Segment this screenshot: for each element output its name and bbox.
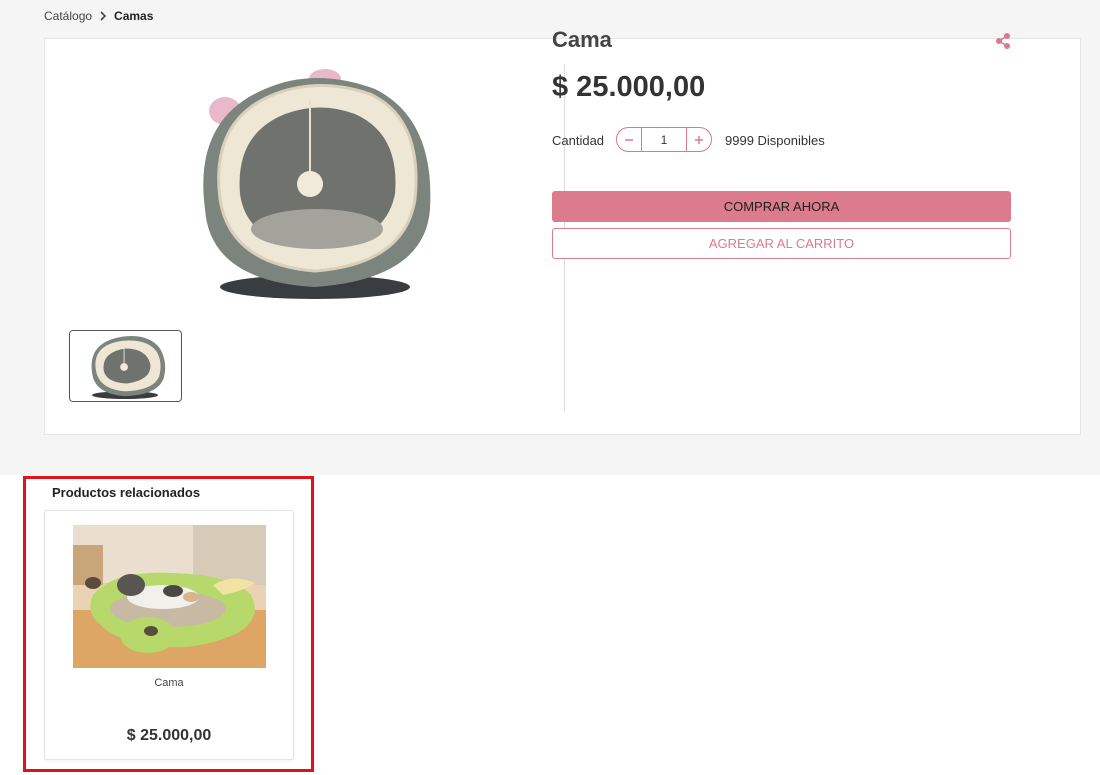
buy-now-button[interactable]: COMPRAR AHORA [552, 191, 1011, 222]
quantity-stepper [616, 127, 712, 152]
minus-icon [625, 138, 633, 141]
quantity-increase-button[interactable] [687, 128, 711, 151]
product-thumbnail[interactable] [69, 330, 182, 402]
quantity-decrease-button[interactable] [617, 128, 641, 151]
breadcrumb-current: Camas [114, 9, 154, 23]
related-product-card[interactable]: Cama $ 25.000,00 [44, 510, 294, 760]
add-to-cart-button[interactable]: AGREGAR AL CARRITO [552, 228, 1011, 259]
share-icon[interactable] [994, 32, 1012, 50]
plus-icon [695, 135, 703, 144]
quantity-input[interactable] [641, 128, 687, 151]
stock-available: 9999 Disponibles [725, 133, 825, 148]
chevron-right-icon [98, 10, 108, 22]
related-product-price: $ 25.000,00 [126, 727, 212, 744]
product-price: $ 25.000,00 [552, 71, 706, 103]
quantity-label: Cantidad [552, 133, 605, 148]
product-title: Cama [552, 27, 612, 52]
breadcrumb-catalog-link[interactable]: Catálogo [44, 9, 92, 23]
related-product-image [73, 525, 266, 668]
product-main-image [185, 59, 445, 309]
related-products-title: Productos relacionados [52, 485, 201, 500]
related-product-name: Cama [154, 677, 184, 689]
breadcrumb: Catálogo Camas [44, 9, 153, 23]
